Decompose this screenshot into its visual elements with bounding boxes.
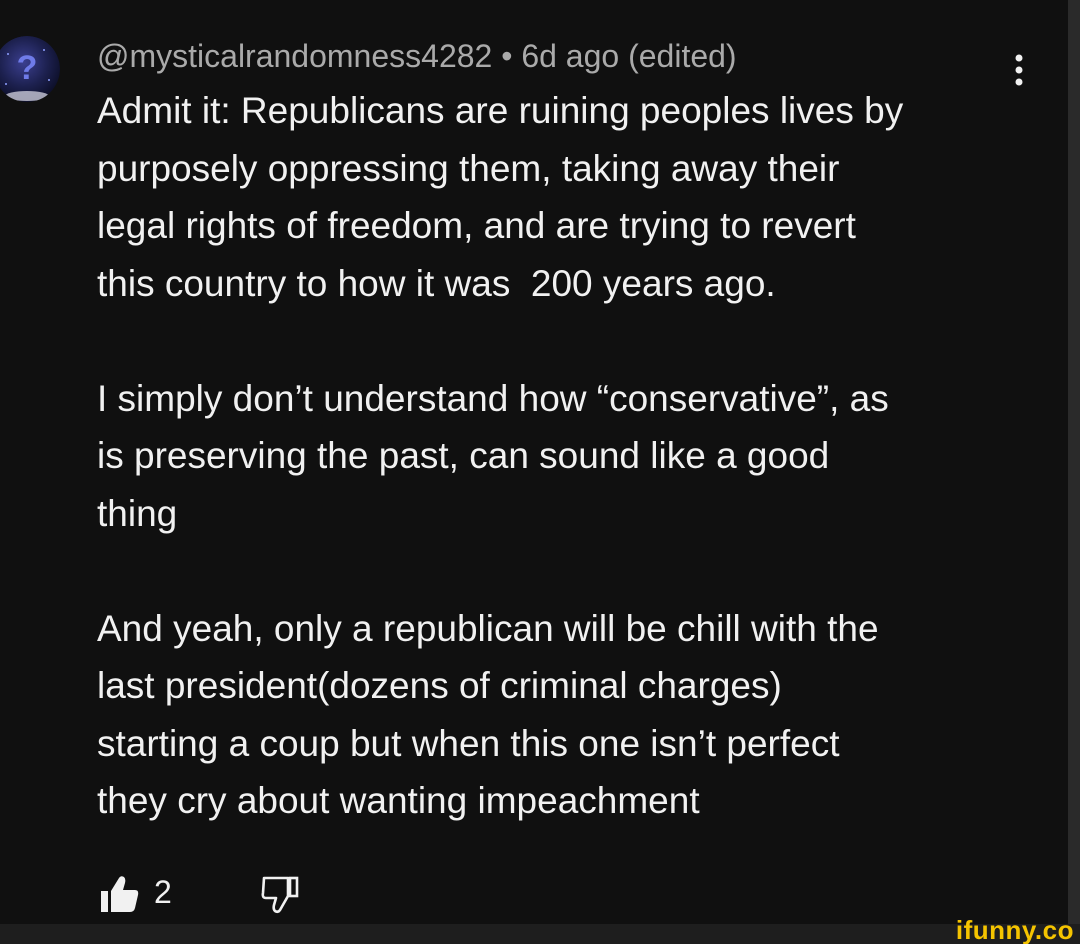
like-count: 2 (154, 874, 172, 910)
comment-line: is preserving the past, can sound like a… (97, 435, 830, 476)
comment-paragraph: I simply don’t understand how “conservat… (97, 370, 1037, 543)
comment-timestamp: 6d ago (edited) (521, 38, 737, 74)
comment-line: they cry about wanting impeachment (97, 780, 700, 821)
comment-line: Admit it: Republicans are ruining people… (97, 90, 904, 131)
avatar[interactable]: ? (0, 36, 60, 102)
svg-text:?: ? (17, 49, 38, 87)
right-edge-strip (1068, 0, 1080, 944)
ifunny-watermark: ifunny.co (955, 915, 1074, 944)
comment-line: thing (97, 492, 178, 534)
dislike-button[interactable] (260, 874, 300, 914)
comment-header: @mysticalrandomness4282 • 6d ago (edited… (97, 36, 737, 76)
like-button[interactable] (100, 874, 140, 914)
thumbs-down-icon (261, 876, 299, 914)
comment-line: I simply don’t understand how “conservat… (97, 377, 889, 419)
comment-line: legal rights of freedom, and are trying … (97, 205, 856, 246)
comment-paragraph: Admit it: Republicans are ruining people… (97, 82, 1037, 312)
comment-paragraph: And yeah, only a republican will be chil… (97, 600, 1037, 830)
comment-screen: ? @mysticalrandomness4282 • 6d ago (edit… (0, 0, 1080, 944)
comment-line: And yeah, only a republican will be chil… (97, 607, 879, 649)
author-name[interactable]: @mysticalrandomness4282 (97, 38, 492, 74)
meta-separator: • (501, 38, 513, 74)
comment-line: starting a coup but when this one isn’t … (97, 722, 840, 764)
bottom-edge-strip (0, 924, 1080, 944)
comment-text: Admit it: Republicans are ruining people… (97, 82, 1037, 830)
comment-line: purposely oppressing them, taking away t… (97, 147, 840, 189)
question-mark-avatar-icon: ? (0, 36, 60, 102)
comment-line: last president(dozens of criminal charge… (97, 665, 782, 706)
comment-line: this country to how it was 200 years ago… (97, 262, 776, 304)
thumbs-up-icon (101, 876, 139, 912)
